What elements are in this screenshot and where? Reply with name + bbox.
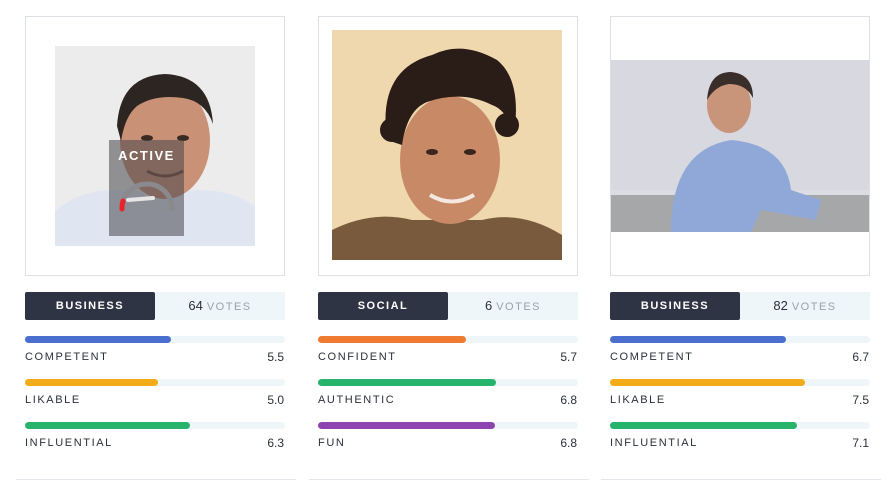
votes-label: VOTES	[791, 301, 837, 313]
trait-row: CONFIDENT 5.7	[318, 336, 578, 366]
category-badge[interactable]: BUSINESS	[25, 292, 155, 320]
trait-row: INFLUENTIAL 7.1	[610, 422, 870, 452]
trait-row: COMPETENT 5.5	[25, 336, 285, 366]
trait-track	[318, 379, 578, 386]
divider	[309, 479, 589, 480]
photo-frame[interactable]: ACTIVE	[25, 16, 285, 276]
trait-row: COMPETENT 6.7	[610, 336, 870, 366]
trait-row: FUN 6.8	[318, 422, 578, 452]
trait-score: 6.8	[560, 393, 577, 407]
trait-score: 7.1	[852, 436, 869, 450]
trait-fill	[25, 422, 191, 429]
trait-name: CONFIDENT	[318, 351, 397, 363]
trait-track	[25, 336, 285, 343]
votes-display: 6 VOTES	[448, 292, 578, 320]
trait-name: LIKABLE	[610, 394, 666, 406]
trait-track	[610, 336, 870, 343]
trait-name: COMPETENT	[25, 351, 109, 363]
votes-count: 64	[188, 298, 203, 313]
trait-fill	[25, 336, 171, 343]
vote-bar: BUSINESS 64 VOTES	[25, 292, 285, 320]
trait-score: 6.8	[560, 436, 577, 450]
trait-track	[25, 379, 285, 386]
vote-bar: BUSINESS 82 VOTES	[610, 292, 870, 320]
category-badge[interactable]: BUSINESS	[610, 292, 740, 320]
trait-name: INFLUENTIAL	[25, 437, 113, 449]
trait-score: 6.7	[852, 350, 869, 364]
votes-label: VOTES	[206, 301, 252, 313]
trait-track	[610, 379, 870, 386]
trait-row: INFLUENTIAL 6.3	[25, 422, 285, 452]
trait-name: COMPETENT	[610, 351, 694, 363]
profile-photo[interactable]	[332, 30, 562, 260]
trait-fill	[610, 336, 786, 343]
trait-row: LIKABLE 5.0	[25, 379, 285, 409]
trait-name: AUTHENTIC	[318, 394, 396, 406]
trait-fill	[318, 422, 495, 429]
trait-row: AUTHENTIC 6.8	[318, 379, 578, 409]
votes-display: 82 VOTES	[740, 292, 870, 320]
votes-count: 82	[773, 298, 788, 313]
trait-fill	[318, 379, 497, 386]
trait-name: FUN	[318, 437, 346, 449]
trait-fill	[610, 379, 805, 386]
trait-name: LIKABLE	[25, 394, 81, 406]
gauge-icon	[118, 181, 174, 212]
trait-score: 5.0	[267, 393, 284, 407]
divider	[16, 479, 296, 480]
trait-track	[25, 422, 285, 429]
trait-fill	[318, 336, 467, 343]
photo-frame[interactable]	[318, 16, 578, 276]
votes-display: 64 VOTES	[155, 292, 285, 320]
category-badge[interactable]: SOCIAL	[318, 292, 448, 320]
trait-score: 5.5	[267, 350, 284, 364]
trait-score: 5.7	[560, 350, 577, 364]
trait-name: INFLUENTIAL	[610, 437, 698, 449]
votes-label: VOTES	[496, 301, 542, 313]
trait-track	[610, 422, 870, 429]
trait-fill	[610, 422, 798, 429]
trait-track	[318, 422, 578, 429]
trait-row: LIKABLE 7.5	[610, 379, 870, 409]
vote-bar: SOCIAL 6 VOTES	[318, 292, 578, 320]
trait-track	[318, 336, 578, 343]
trait-score: 6.3	[267, 436, 284, 450]
profile-photo[interactable]	[611, 60, 869, 232]
photo-frame[interactable]	[610, 16, 870, 276]
trait-fill	[25, 379, 158, 386]
status-label: ACTIVE	[118, 148, 175, 163]
status-overlay: ACTIVE	[109, 140, 184, 236]
divider	[601, 479, 881, 480]
votes-count: 6	[484, 298, 493, 313]
trait-score: 7.5	[852, 393, 869, 407]
